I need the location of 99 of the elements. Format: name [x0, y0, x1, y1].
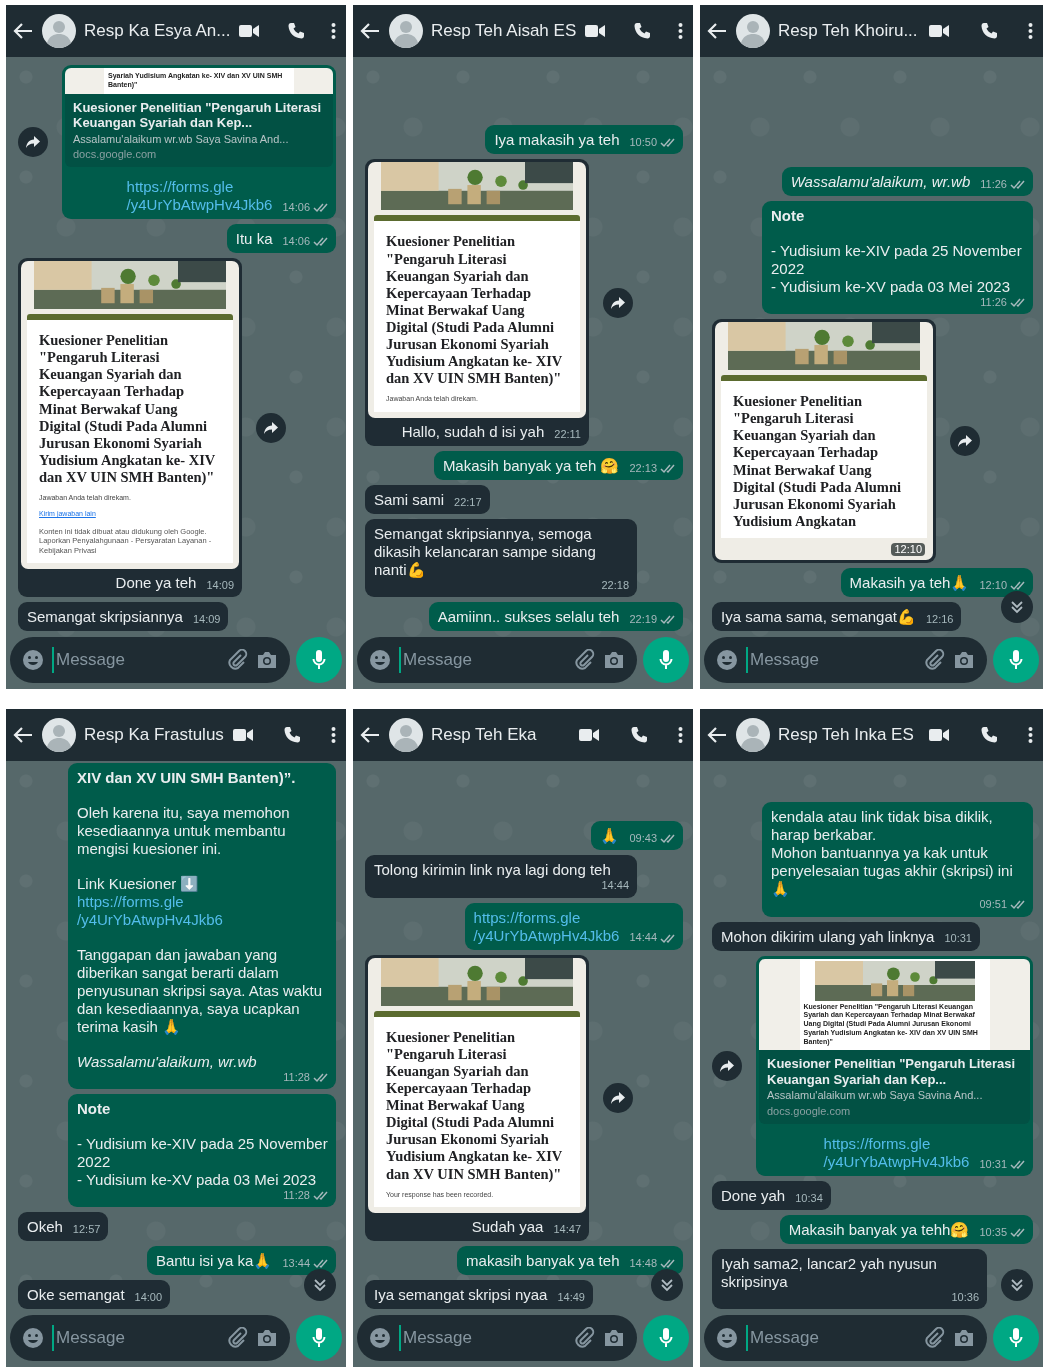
message-time: 09:51 — [979, 898, 1007, 912]
message-time: 14:44 — [601, 879, 629, 893]
preview-title: Kuesioner Penelitian "Pengaruh Literasi Keuangan Syariah dan Kep... — [767, 1056, 1017, 1088]
contact-name[interactable]: Resp Ka Esya An... — [84, 18, 231, 44]
message-time: 14:09 — [206, 578, 234, 592]
message-time: 14:00 — [134, 1290, 163, 1304]
contact-name[interactable]: Resp Teh Khoiru... — [778, 18, 920, 44]
message-text: Itu ka — [235, 230, 273, 249]
message-text: Oleh karena itu, saya memohon kesediaannya untuk membantu mengisi kuesioner ini. — [77, 803, 291, 858]
message-text: Iya sama sama, semangat💪 — [721, 608, 916, 626]
message-input[interactable]: Message — [10, 637, 290, 683]
message-text: Iya semangat skripsi nyaa — [374, 1286, 548, 1304]
message-time: 11:26 — [980, 177, 1007, 191]
contact-name[interactable]: Resp Teh Aisah ES — [431, 18, 577, 44]
form-title: Kuesioner Penelitian "Pengaruh Literasi Keuangan Syariah dan Kepercayaan Terhadap Minat Berwakaf Uang Digital (Studi Pada Alumni Jurusan Ekonomi Syariah Yudisium Angkatan — [733, 393, 902, 530]
message-input[interactable]: Message — [704, 1315, 987, 1361]
message-text: Sami sami — [374, 490, 444, 509]
message-text: makasih banyak ya teh — [466, 1252, 620, 1270]
message-text: - Yudisium ke-XIV pada 25 November 2022 - Yudisium ke-XV pada 03 Mei 2023 — [771, 241, 1023, 296]
contact-name[interactable]: Resp Teh Inka ES — [778, 722, 920, 748]
message-time: 14:49 — [557, 1290, 585, 1304]
message-time: 10:35 — [979, 1225, 1007, 1239]
message-time: 11:28 — [283, 1188, 310, 1202]
message-field[interactable]: Message — [399, 647, 565, 673]
preview-description: Assalamu'alaikum wr.wb Saya Savina And... — [767, 1089, 984, 1103]
message-time: 12:10 — [891, 542, 925, 556]
message-text: Okeh — [27, 1218, 63, 1236]
message-text: Oke semangat — [27, 1286, 125, 1304]
form-title: Kuesioner Penelitian "Pengaruh Literasi Keuangan Syariah dan Kepercayaan Terhadap Minat Berwakaf Uang Digital (Studi Pada Alumni Jurusan Ekonomi Syariah Yudisium Angkatan ke- XIV dan XV UIN SMH Banten)" — [386, 233, 564, 388]
message-text: Bantu isi ya ka🙏 — [155, 1252, 273, 1270]
form-screenshot[interactable]: Kuesioner Penelitian "Pengaruh Literasi Keuangan Syariah dan Kepercayaan Terhadap Minat Berwakaf Uang Digital (Studi Pada Alumni Jurusan Ekonomi Syariah Yudisium Angkatan 12:10 — [715, 322, 933, 560]
message-time: 11:26 — [980, 295, 1007, 310]
message-text: Note — [77, 1099, 112, 1118]
message-text: Hallo, sudah d isi yah — [401, 422, 545, 441]
message-text: Aamiinn.. sukses selalu teh — [437, 608, 620, 626]
message-input[interactable]: Message — [357, 637, 637, 683]
preview-domain: docs.google.com — [767, 1104, 852, 1118]
message-time: 22:11 — [554, 427, 581, 441]
message-input[interactable]: Message — [357, 1315, 637, 1361]
message-time: 22:13 — [629, 461, 657, 475]
message-time: 11:28 — [283, 1070, 310, 1084]
message-text: Makasih banyak ya tehh🤗 — [788, 1220, 970, 1239]
message-text: Link Kuesioner ⬇ — [77, 874, 201, 893]
message-input[interactable]: Message — [704, 637, 987, 683]
message-text: Tolong kirimin link nya lagi dong teh — [374, 861, 611, 880]
message-time: 12:57 — [72, 1222, 101, 1236]
message-field[interactable]: Message — [399, 1325, 565, 1351]
message-time: 14:48 — [629, 1256, 657, 1270]
contact-name[interactable]: Resp Ka Frastulus — [84, 722, 224, 748]
message-text: Wassalamu'alaikum, wr.wb — [790, 172, 971, 191]
message-text: Note — [771, 206, 806, 225]
message-time: 14:06 — [282, 200, 310, 215]
message-time: 10:50 — [629, 136, 657, 150]
message-text: Done yah — [721, 1186, 786, 1205]
message-time: 12:16 — [925, 612, 954, 626]
message-text: XIV dan XV UIN SMH Banten)”. — [77, 768, 297, 787]
message-text: Mohon dikirim ulang yah linknya — [721, 927, 935, 946]
form-title: Kuesioner Penelitian "Pengaruh Literasi Keuangan Syariah dan Kepercayaan Terhadap Minat Berwakaf Uang Digital (Studi Pada Alumni Jurusan Ekonomi Syariah Yudisium Angkatan ke- XIV dan XV UIN SMH Banten)" — [386, 1028, 564, 1183]
message-field[interactable]: Message — [746, 647, 915, 673]
preview-domain: docs.google.com — [73, 147, 158, 162]
message-time: 22:18 — [601, 578, 629, 592]
message-time: 14:06 — [282, 234, 310, 249]
form-title: Kuesioner Penelitian "Pengaruh Literasi Keuangan Syariah dan Kepercayaan Terhadap Minat Berwakaf Uang Digital (Studi Pada Alumni Jurusan Ekonomi Syariah Yudisium Angkatan ke- XIV dan XV UIN SMH Banten)" — [39, 332, 217, 487]
message-time: 22:17 — [454, 495, 482, 509]
preview-title: Kuesioner Penelitian "Pengaruh Literasi Keuangan Syariah dan Kep... — [73, 99, 323, 131]
message-text: Semangat skripsiannya — [27, 608, 183, 626]
message-time: 10:31 — [979, 1157, 1007, 1171]
preview-description: Assalamu'alaikum wr.wb Saya Savina And... — [73, 132, 290, 146]
message-text: 🙏 — [600, 827, 620, 846]
message-time: 22:19 — [629, 612, 657, 626]
message-time: 10:36 — [951, 1290, 979, 1304]
message-text: Done ya teh — [115, 574, 197, 592]
message-text: Iyah sama2, lancar2 yah nyusun skripsinya — [721, 1254, 938, 1291]
link[interactable]: https://forms.gle /y4UrYbAtwpHv4Jkb6 — [77, 892, 328, 929]
message-time: 14:47 — [553, 1222, 581, 1236]
link[interactable]: https://forms.gle /y4UrYbAtwpHv4Jkb6 — [126, 178, 273, 215]
message-text: Tanggapan dan jawaban yang diberikan sangat berarti dalam penyusunan skripsi saya. Atas waktu dan kesediaannya, saya ucapkan terima kasih 🙏 — [77, 945, 324, 1036]
message-time: 10:34 — [795, 1191, 823, 1205]
message-text: kendala atau link tidak bisa diklik, harap berkabar. Mohon bantuannya ya kak untuk penyelesaian tugas akhir (skripsi) ini 🙏 — [771, 808, 1014, 899]
message-time: 14:44 — [629, 931, 657, 945]
message-input[interactable]: Message — [10, 1315, 290, 1361]
message-text: - Yudisium ke-XIV pada 25 November 2022 - Yudisium ke-XV pada 03 Mei 2023 — [77, 1134, 328, 1189]
contact-name[interactable]: Resp Teh Eka — [431, 722, 570, 748]
message-text: Sudah yaa — [471, 1218, 544, 1236]
message-time: 12:10 — [979, 578, 1007, 592]
message-text: Semangat skripsiannya, semoga dikasih kelancaran sampe sidang nanti💪 — [374, 524, 597, 579]
link[interactable]: https://forms.gle /y4UrYbAtwpHv4Jkb6 — [473, 908, 620, 945]
message-time: 10:31 — [944, 932, 972, 946]
link[interactable]: https://forms.gle /y4UrYbAtwpHv4Jkb6 — [823, 1134, 970, 1171]
message-time: 13:44 — [282, 1256, 310, 1270]
message-text: Iya makasih ya teh — [494, 131, 620, 150]
message-time: 09:43 — [629, 832, 657, 846]
message-text: Makasih ya teh🙏 — [849, 574, 970, 592]
message-time: 14:09 — [192, 612, 221, 626]
message-field[interactable]: Message — [52, 1325, 218, 1351]
message-text: Makasih banyak ya teh 🤗 — [442, 456, 620, 475]
message-field[interactable]: Message — [746, 1325, 915, 1351]
message-field[interactable]: Message — [52, 647, 218, 673]
message-text: Wassalamu'alaikum, wr.wb — [77, 1052, 258, 1071]
